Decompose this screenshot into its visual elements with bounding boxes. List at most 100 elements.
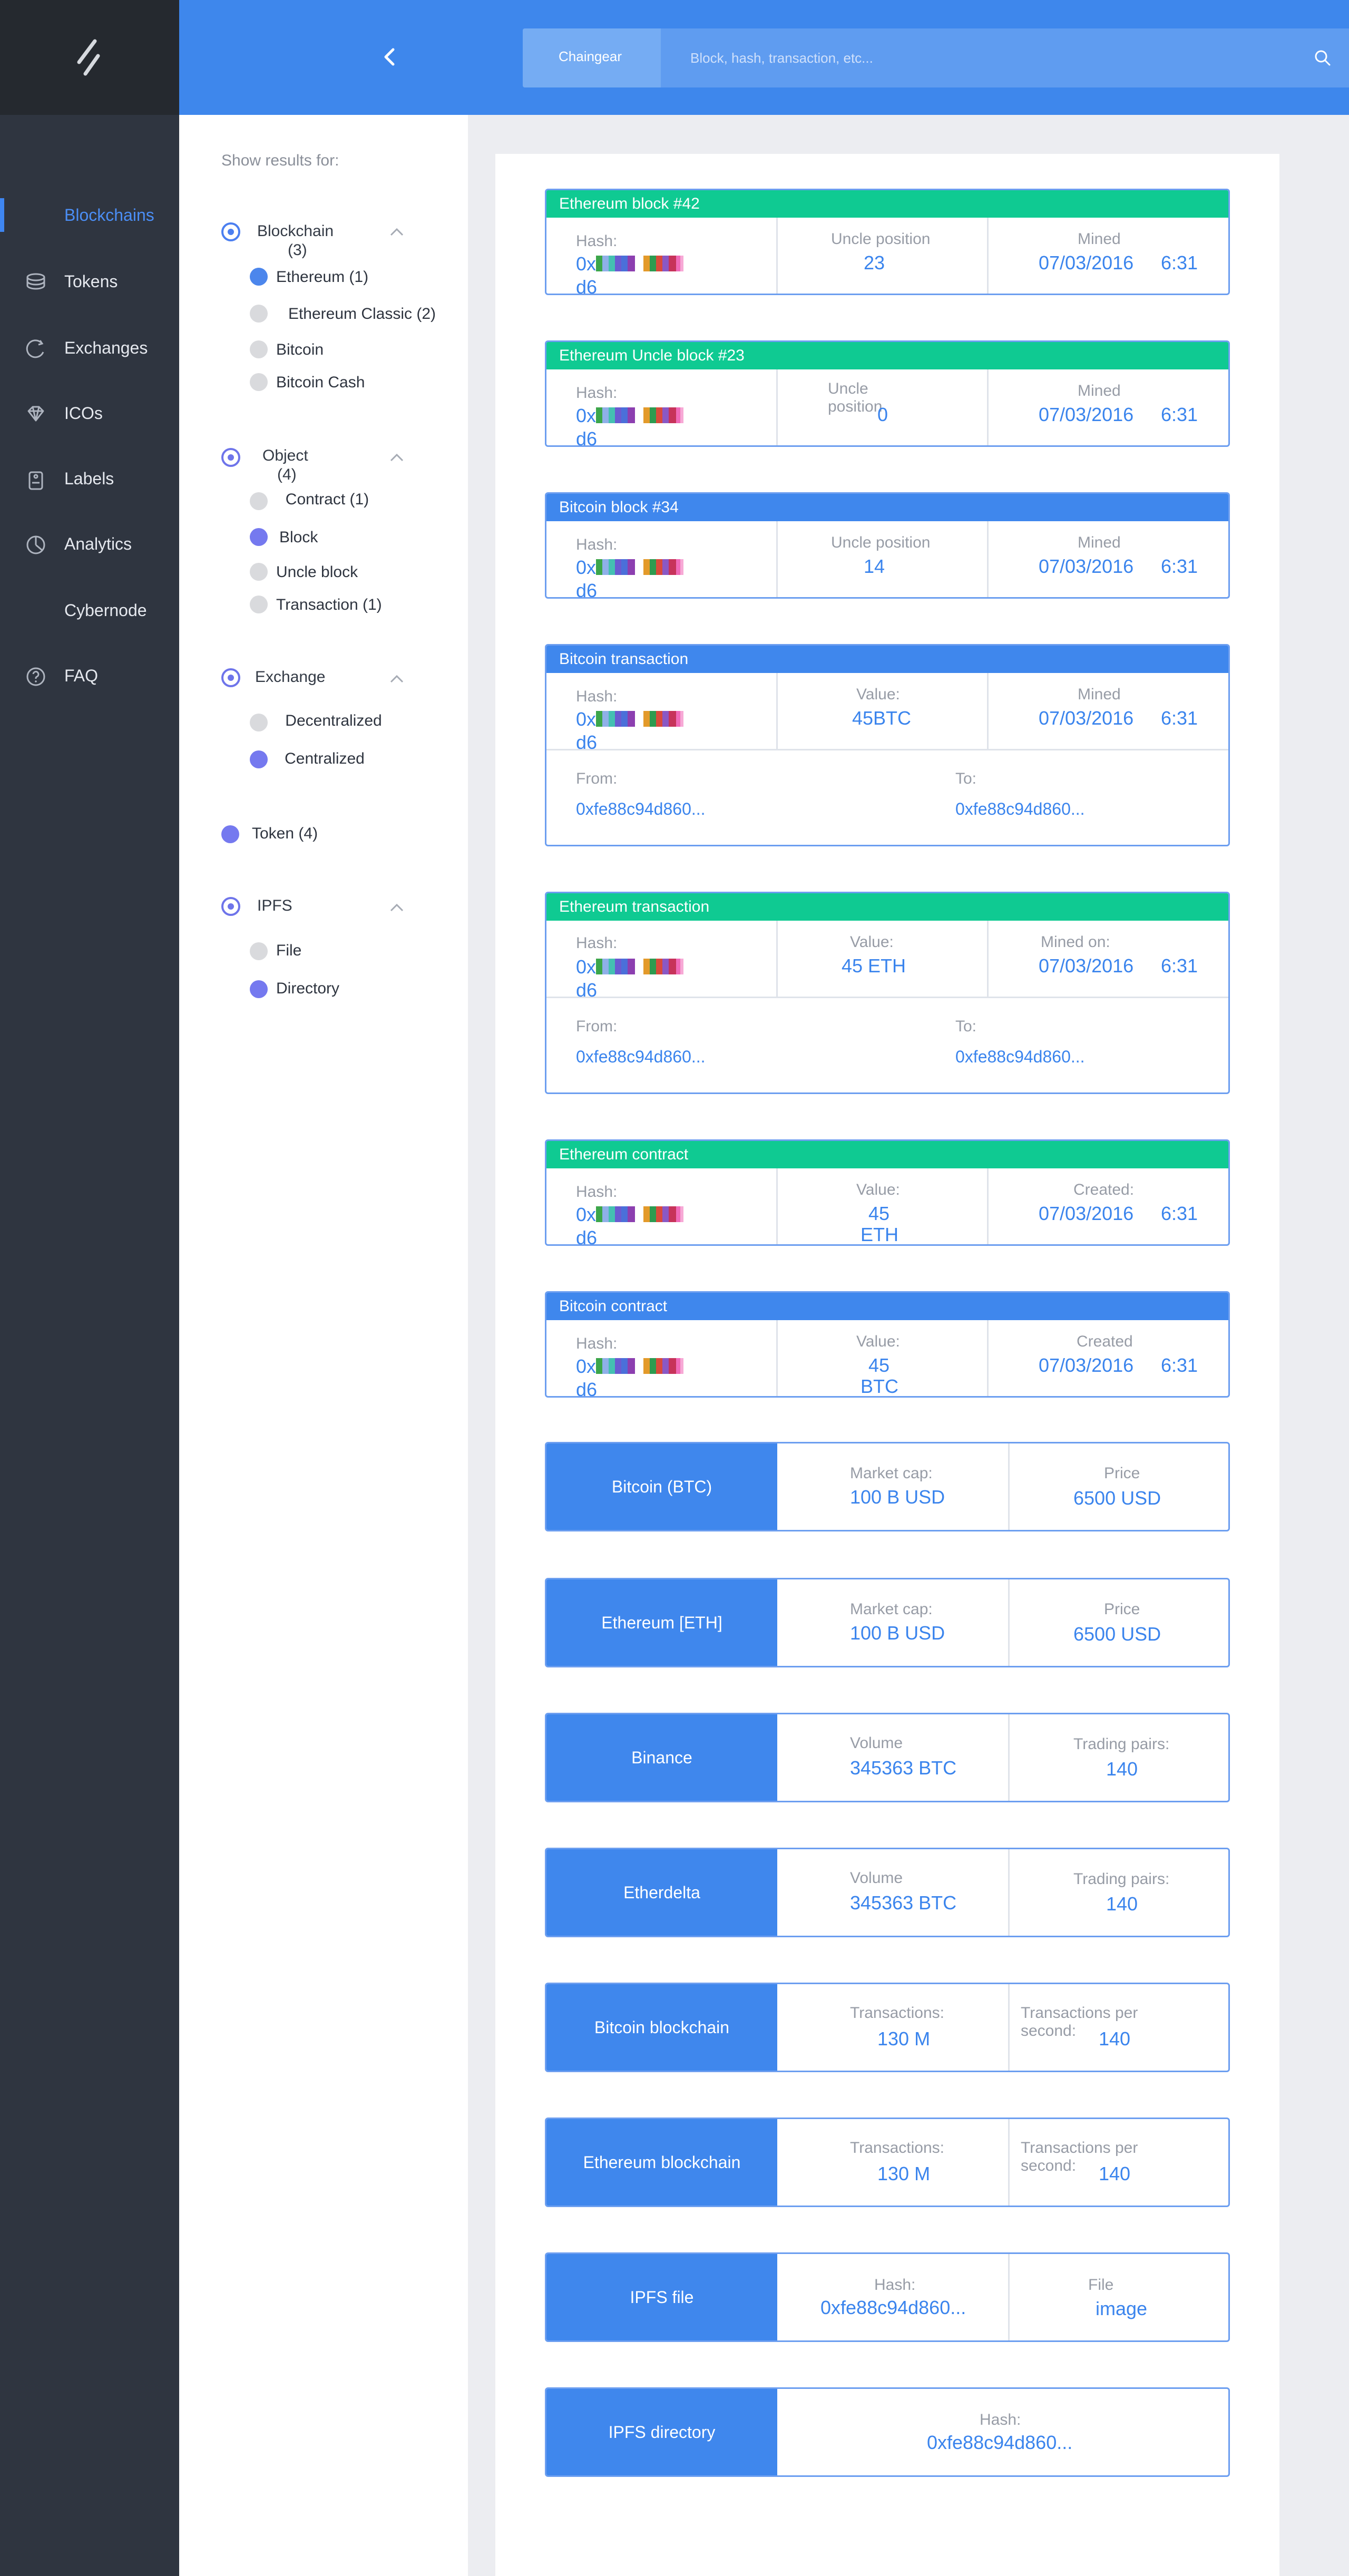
filter-item-directory[interactable]: Directory bbox=[276, 979, 339, 998]
chevron-up-icon[interactable] bbox=[389, 902, 405, 913]
filter-panel: Show results for: Blockchain (3) Ethereu… bbox=[179, 115, 468, 2576]
result-card-eth-contract[interactable]: Ethereum contract Hash: 0x d6 Value: 45 … bbox=[545, 1139, 1230, 1246]
diamond-icon bbox=[27, 406, 44, 422]
sidebar-item-label: Blockchains bbox=[64, 206, 154, 225]
filter-blockchain-radio[interactable] bbox=[221, 222, 240, 241]
search-input[interactable] bbox=[661, 28, 1325, 87]
filter-checkbox[interactable] bbox=[250, 750, 268, 768]
result-card-btc-blockchain[interactable]: Bitcoin blockchain Transactions: 130 M T… bbox=[545, 1983, 1230, 2072]
hash-value[interactable]: 0xfe88c94d860... bbox=[820, 2297, 966, 2318]
hash-identicon bbox=[596, 711, 683, 727]
result-card-title: Bitcoin contract bbox=[546, 1293, 1228, 1320]
transactions-label: Transactions: bbox=[850, 2004, 944, 2022]
sidebar-item-tokens[interactable]: Tokens bbox=[0, 265, 179, 298]
result-card-eth-uncle[interactable]: Ethereum Uncle block #23 Hash: 0x d6 Unc… bbox=[545, 340, 1230, 447]
filter-exchange-radio[interactable] bbox=[221, 668, 240, 687]
filter-checkbox[interactable] bbox=[250, 268, 268, 286]
filter-checkbox[interactable] bbox=[221, 825, 239, 843]
result-card-name: IPFS directory bbox=[546, 2389, 777, 2475]
mined-time: 6:31 bbox=[1161, 404, 1198, 425]
filter-checkbox[interactable] bbox=[250, 714, 268, 731]
filter-group-blockchain[interactable]: Blockchain bbox=[257, 221, 334, 241]
filter-item-ethereum[interactable]: Ethereum (1) bbox=[276, 268, 368, 287]
hash-identicon bbox=[596, 959, 683, 974]
filter-checkbox[interactable] bbox=[250, 596, 268, 613]
filter-group-ipfs[interactable]: IPFS bbox=[257, 896, 292, 916]
filter-checkbox[interactable] bbox=[250, 942, 268, 960]
filter-item-ethereum-classic[interactable]: Ethereum Classic (2) bbox=[286, 305, 438, 324]
sidebar-item-analytics[interactable]: Analytics bbox=[0, 527, 179, 561]
cyber-logo-icon bbox=[77, 39, 100, 76]
result-card-btc-token[interactable]: Bitcoin (BTC) Market cap: 100 B USD Pric… bbox=[545, 1442, 1230, 1531]
hash-prefix: 0x bbox=[576, 708, 597, 730]
hash-value[interactable]: 0xfe88c94d860... bbox=[927, 2432, 1072, 2453]
filter-panel-title: Show results for: bbox=[221, 152, 339, 169]
filter-group-object[interactable]: Object bbox=[262, 446, 308, 466]
chevron-up-icon[interactable] bbox=[389, 452, 405, 463]
filter-group-token[interactable]: Token (4) bbox=[252, 824, 318, 843]
mined-date: 07/03/2016 bbox=[1039, 955, 1134, 977]
filter-checkbox[interactable] bbox=[250, 340, 268, 358]
filter-item-contract[interactable]: Contract (1) bbox=[282, 490, 372, 509]
filter-checkbox[interactable] bbox=[250, 305, 268, 323]
trading-pairs-label: Trading pairs: bbox=[1073, 1870, 1170, 1888]
sidebar-item-cybernode[interactable]: Cybernode bbox=[0, 593, 179, 627]
created-date: 07/03/2016 bbox=[1039, 1354, 1134, 1376]
sidebar-item-blockchains[interactable]: Blockchains bbox=[0, 198, 179, 232]
result-card-eth-transaction[interactable]: Ethereum transaction Hash: 0x d6 Value: … bbox=[545, 892, 1230, 1094]
result-card-title: Bitcoin block #34 bbox=[546, 494, 1228, 521]
filter-item-bitcoin[interactable]: Bitcoin bbox=[276, 340, 324, 359]
filter-item-file[interactable]: File bbox=[276, 941, 301, 960]
filter-object-radio[interactable] bbox=[221, 448, 240, 467]
sidebar-item-label: Tokens bbox=[64, 272, 118, 291]
hash-suffix: d6 bbox=[576, 1227, 598, 1246]
filter-item-uncle-block[interactable]: Uncle block bbox=[276, 563, 358, 582]
filter-item-block[interactable]: Block bbox=[279, 528, 325, 547]
result-card-binance[interactable]: Binance Volume (24h) 345363 BTC Trading … bbox=[545, 1713, 1230, 1802]
price-label: Price bbox=[1104, 1601, 1140, 1618]
filter-checkbox[interactable] bbox=[250, 373, 268, 391]
filter-checkbox[interactable] bbox=[250, 528, 268, 546]
search-icon[interactable] bbox=[1313, 48, 1332, 67]
result-card-eth-token[interactable]: Ethereum [ETH] Market cap: 100 B USD Pri… bbox=[545, 1578, 1230, 1667]
filter-item-transaction[interactable]: Transaction (1) bbox=[276, 596, 382, 614]
result-card-btc-contract[interactable]: Bitcoin contract Hash: 0x d6 Value: 45 B… bbox=[545, 1291, 1230, 1398]
search-scope-tag[interactable]: Chaingear bbox=[523, 28, 661, 87]
filter-checkbox[interactable] bbox=[250, 563, 268, 581]
chevron-up-icon[interactable] bbox=[389, 227, 405, 237]
result-card-name: Ethereum [ETH] bbox=[546, 1579, 777, 1666]
result-card-ipfs-file[interactable]: IPFS file Hash: 0xfe88c94d860... File ty… bbox=[545, 2252, 1230, 2342]
filter-item-bitcoin-cash[interactable]: Bitcoin Cash bbox=[276, 373, 365, 392]
result-card-ipfs-directory[interactable]: IPFS directory Hash: 0xfe88c94d860... bbox=[545, 2387, 1230, 2477]
logo[interactable] bbox=[0, 0, 179, 115]
result-card-title: Bitcoin transaction bbox=[546, 646, 1228, 673]
uncle-position-value: 0 bbox=[877, 404, 888, 425]
chevron-up-icon[interactable] bbox=[389, 674, 405, 684]
filter-checkbox[interactable] bbox=[250, 980, 268, 998]
result-card-eth-block[interactable]: Ethereum block #42 Hash: 0x d6 Uncle pos… bbox=[545, 189, 1230, 295]
hash-label: Hash: bbox=[576, 536, 618, 553]
sidebar-item-icos[interactable]: ICOs bbox=[0, 396, 179, 430]
filter-item-centralized[interactable]: Centralized bbox=[277, 749, 372, 768]
sidebar-item-faq[interactable]: FAQ bbox=[0, 659, 179, 692]
result-card-eth-blockchain[interactable]: Ethereum blockchain Transactions: 130 M … bbox=[545, 2118, 1230, 2207]
result-card-title: Ethereum block #42 bbox=[546, 190, 1228, 218]
result-card-name: Bitcoin blockchain bbox=[546, 1984, 777, 2071]
from-address[interactable]: 0xfe88c94d860... bbox=[576, 798, 706, 819]
result-card-btc-block[interactable]: Bitcoin block #34 Hash: 0x d6 Uncle posi… bbox=[545, 492, 1230, 599]
sidebar-item-exchanges[interactable]: Exchanges bbox=[0, 331, 179, 365]
from-address[interactable]: 0xfe88c94d860... bbox=[576, 1046, 706, 1067]
to-address[interactable]: 0xfe88c94d860... bbox=[955, 1046, 1085, 1067]
back-arrow-icon[interactable] bbox=[379, 46, 400, 67]
filter-ipfs-radio[interactable] bbox=[221, 897, 240, 916]
result-card-etherdelta[interactable]: Etherdelta Volume (24h) 345363 BTC Tradi… bbox=[545, 1848, 1230, 1937]
sidebar-item-label: Cybernode bbox=[64, 601, 147, 620]
filter-group-exchange[interactable]: Exchange bbox=[255, 667, 334, 687]
to-address[interactable]: 0xfe88c94d860... bbox=[955, 798, 1085, 819]
result-card-btc-transaction[interactable]: Bitcoin transaction Hash: 0x d6 Value: 4… bbox=[545, 644, 1230, 846]
filter-checkbox[interactable] bbox=[250, 492, 268, 510]
to-label: To: bbox=[955, 1018, 977, 1035]
filter-item-decentralized[interactable]: Decentralized bbox=[278, 711, 389, 730]
mined-label: Mined bbox=[1078, 534, 1121, 551]
sidebar-item-labels[interactable]: Labels bbox=[0, 462, 179, 495]
